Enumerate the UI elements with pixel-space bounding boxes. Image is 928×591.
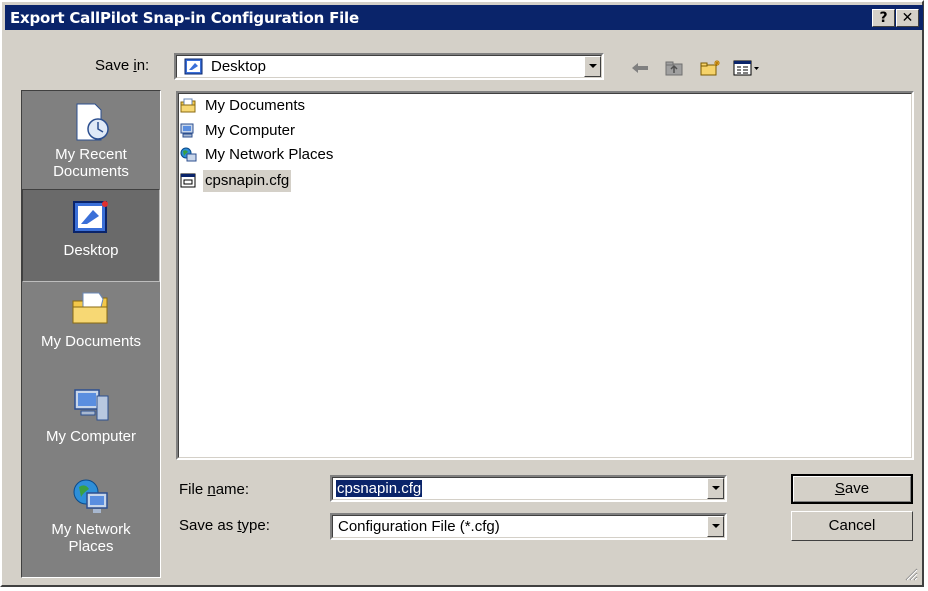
my-computer-icon	[74, 389, 109, 421]
help-button[interactable]: ?	[872, 9, 895, 27]
place-my-network-places[interactable]: My Network Places	[22, 469, 160, 562]
place-my-computer[interactable]: My Computer	[22, 376, 160, 469]
save-button[interactable]: Save	[791, 474, 913, 504]
file-name-value: cpsnapin.cfg	[336, 480, 423, 497]
desktop-icon	[73, 201, 108, 233]
save-as-type-dropdown-arrow[interactable]	[707, 516, 724, 537]
resize-grip-icon[interactable]	[904, 567, 918, 581]
up-folder-icon[interactable]	[664, 59, 686, 77]
cfg-file-icon	[180, 173, 196, 188]
places-bar: My RecentDocuments Desktop My Documents	[21, 90, 161, 578]
my-documents-icon	[72, 292, 108, 324]
desktop-icon	[184, 58, 203, 75]
save-in-dropdown[interactable]: Desktop	[174, 53, 604, 80]
place-desktop[interactable]: Desktop	[22, 189, 160, 282]
network-icon	[180, 147, 197, 162]
save-as-type-label: Save as type:	[179, 517, 270, 534]
place-my-documents[interactable]: My Documents	[22, 281, 160, 374]
cancel-button[interactable]: Cancel	[791, 511, 913, 541]
save-as-type-value: Configuration File (*.cfg)	[338, 518, 500, 535]
save-in-value: Desktop	[211, 58, 267, 75]
save-in-label: Save in:	[95, 57, 150, 74]
network-places-icon	[73, 479, 108, 513]
file-name-dropdown-arrow[interactable]	[707, 478, 724, 499]
save-in-dropdown-arrow[interactable]	[584, 56, 601, 77]
title-bar[interactable]: Export CallPilot Snap-in Configuration F…	[5, 5, 923, 30]
computer-icon	[180, 123, 194, 138]
file-list[interactable]: My Documents My Computer My Network Plac…	[176, 91, 914, 460]
file-name-field[interactable]: cpsnapin.cfg	[330, 475, 727, 502]
folder-icon	[180, 98, 196, 113]
back-arrow-icon[interactable]	[629, 59, 651, 77]
export-dialog: Export CallPilot Snap-in Configuration F…	[0, 0, 924, 587]
save-as-type-dropdown[interactable]: Configuration File (*.cfg)	[330, 513, 727, 540]
close-button[interactable]: ✕	[896, 9, 919, 27]
place-my-recent-documents[interactable]: My Recent Documents	[22, 94, 160, 187]
new-folder-icon[interactable]	[700, 59, 722, 77]
recent-documents-icon	[76, 103, 109, 141]
dialog-title: Export CallPilot Snap-in Configuration F…	[10, 9, 359, 27]
file-name-label: File name:	[179, 481, 250, 498]
view-menu-icon[interactable]	[733, 59, 761, 77]
